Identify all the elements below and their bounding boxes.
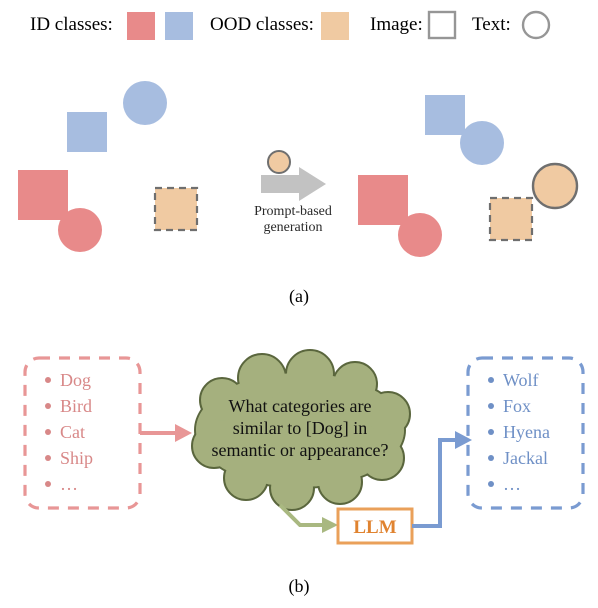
input-item-3: Ship bbox=[60, 448, 93, 468]
legend-red-square bbox=[127, 12, 155, 40]
input-item-1: Bird bbox=[60, 396, 92, 416]
legend-ood-label: OOD classes: bbox=[210, 14, 314, 35]
right-ood-circle bbox=[533, 164, 577, 208]
legend-image-label: Image: bbox=[370, 14, 423, 35]
left-ood-square bbox=[155, 188, 197, 230]
arrow-caption-line1: Prompt-based bbox=[254, 204, 332, 219]
question-line3: semantic or appearance? bbox=[212, 440, 389, 460]
left-blue-circle bbox=[123, 81, 167, 125]
question-line1: What categories are bbox=[229, 396, 372, 416]
output-item-2: Hyena bbox=[503, 422, 550, 442]
llm-to-output-arrow bbox=[412, 431, 472, 526]
input-list: Dog Bird Cat Ship … bbox=[45, 370, 93, 494]
legend-image-icon bbox=[429, 12, 455, 38]
output-item-0: Wolf bbox=[503, 370, 539, 390]
subfigure-a-label: (a) bbox=[289, 286, 309, 307]
input-item-2: Cat bbox=[60, 422, 85, 442]
subfigure-b-label: (b) bbox=[289, 576, 310, 597]
legend-orange-square bbox=[321, 12, 349, 40]
left-blue-square bbox=[67, 112, 107, 152]
input-item-4: … bbox=[60, 474, 78, 494]
legend-id-label: ID classes: bbox=[30, 14, 113, 35]
legend-text-icon bbox=[523, 12, 549, 38]
right-blue-square bbox=[425, 95, 465, 135]
output-item-1: Fox bbox=[503, 396, 531, 416]
output-item-3: Jackal bbox=[503, 448, 548, 468]
arrow-caption-line2: generation bbox=[263, 220, 322, 235]
generation-arrow bbox=[261, 151, 326, 201]
input-item-0: Dog bbox=[60, 370, 91, 390]
legend-blue-square bbox=[165, 12, 193, 40]
right-red-square bbox=[358, 175, 408, 225]
right-red-circle bbox=[398, 213, 442, 257]
legend-text-label: Text: bbox=[472, 14, 511, 35]
question-line2: similar to [Dog] in bbox=[233, 418, 367, 438]
right-ood-square bbox=[490, 198, 532, 240]
input-to-cloud-arrow bbox=[140, 424, 192, 442]
output-item-4: … bbox=[503, 474, 521, 494]
llm-label: LLM bbox=[353, 517, 396, 538]
right-blue-circle bbox=[460, 121, 504, 165]
left-red-circle bbox=[58, 208, 102, 252]
output-list: Wolf Fox Hyena Jackal … bbox=[488, 370, 550, 494]
left-red-square bbox=[18, 170, 68, 220]
